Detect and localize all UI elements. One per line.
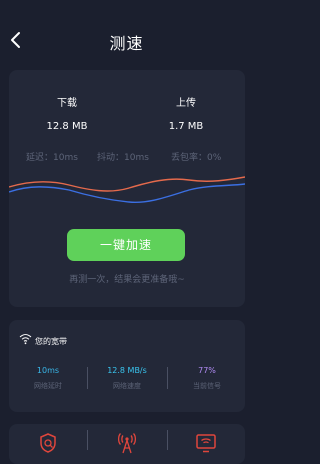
broadband-card: 您的宽带 10ms 网络延时 12.8 MB/s 网络速度 77% 当前信号 bbox=[9, 320, 245, 412]
wifi-icon bbox=[19, 334, 32, 345]
download-wave-line bbox=[9, 176, 245, 192]
net-latency: 10ms 网络延时 bbox=[12, 366, 84, 391]
top-bar: 测速 bbox=[0, 0, 253, 80]
speed-test-card: 下载 12.8 MB 上传 1.7 MB 延迟：10ms 抖动：10ms 丢包率… bbox=[9, 70, 245, 307]
net-speed: 12.8 MB/s 网络速度 bbox=[91, 366, 163, 391]
download-stat: 下载 12.8 MB bbox=[17, 94, 117, 132]
speed-wave bbox=[9, 176, 245, 204]
tools-card bbox=[9, 424, 245, 464]
upload-stat: 上传 1.7 MB bbox=[136, 94, 236, 132]
upload-value: 1.7 MB bbox=[168, 121, 204, 132]
retest-hint: 再测一次，结果会更准备哦~ bbox=[69, 275, 185, 285]
latency-metric: 延迟：10ms bbox=[26, 153, 78, 163]
divider bbox=[87, 367, 88, 389]
net-speed-label: 网络速度 bbox=[113, 382, 141, 390]
divider bbox=[87, 430, 88, 450]
signal-tower-icon[interactable] bbox=[116, 432, 138, 454]
jitter-metric: 抖动：10ms bbox=[97, 153, 149, 163]
monitor-wifi-icon[interactable] bbox=[195, 432, 217, 454]
upload-wave-line bbox=[9, 183, 245, 204]
broadband-title: 您的宽带 bbox=[35, 337, 67, 346]
page-title: 测速 bbox=[109, 34, 144, 53]
net-signal: 77% 当前信号 bbox=[171, 366, 243, 391]
net-latency-label: 网络延时 bbox=[34, 382, 62, 390]
boost-button[interactable]: 一键加速 bbox=[67, 229, 185, 261]
shield-search-icon[interactable] bbox=[37, 432, 59, 454]
network-metrics: 延迟：10ms 抖动：10ms 丢包率：0% bbox=[9, 150, 245, 164]
net-signal-label: 当前信号 bbox=[193, 382, 221, 390]
net-signal-value: 77% bbox=[198, 366, 216, 375]
net-latency-value: 10ms bbox=[36, 366, 60, 375]
divider bbox=[167, 367, 168, 389]
net-speed-value: 12.8 MB/s bbox=[107, 366, 147, 375]
divider bbox=[167, 430, 168, 450]
packet-loss-metric: 丢包率：0% bbox=[171, 153, 222, 163]
download-label: 下载 bbox=[57, 98, 77, 109]
download-value: 12.8 MB bbox=[46, 121, 88, 132]
upload-label: 上传 bbox=[176, 98, 196, 109]
